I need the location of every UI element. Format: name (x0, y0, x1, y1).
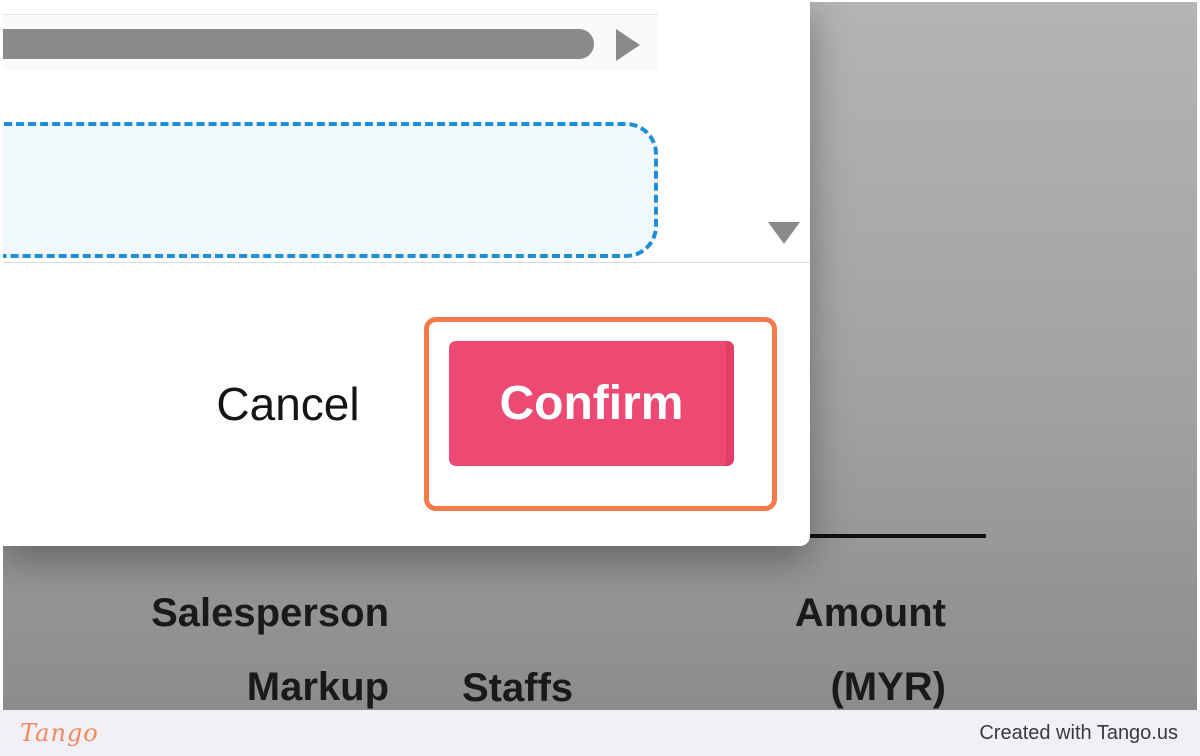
horizontal-scrollbar-thumb[interactable] (0, 29, 594, 59)
file-drop-zone[interactable] (0, 122, 658, 258)
tango-logo[interactable]: Tango (20, 719, 99, 747)
scroll-right-arrow-icon[interactable] (616, 29, 640, 61)
frame-border-top (0, 0, 1200, 2)
tango-credit-text[interactable]: Created with Tango.us (979, 722, 1178, 745)
horizontal-scrollbar[interactable] (0, 14, 658, 70)
column-header-amount-myr: Amount (MYR) (794, 591, 946, 709)
column-header-staffs: Staffs (462, 666, 574, 710)
click-highlight-outline (424, 317, 777, 511)
dialog-divider (0, 262, 810, 263)
screenshot-area: Salesperson Markup Staffs Amount (MYR) C… (0, 0, 1200, 710)
tango-footer: Tango Created with Tango.us (0, 710, 1200, 756)
cancel-button[interactable]: Cancel (190, 366, 386, 442)
frame-border-left (0, 0, 3, 710)
table-header-rule (808, 534, 986, 538)
scroll-down-arrow-icon[interactable] (768, 222, 800, 244)
column-header-salesperson-markup: Salesperson Markup (151, 591, 389, 709)
